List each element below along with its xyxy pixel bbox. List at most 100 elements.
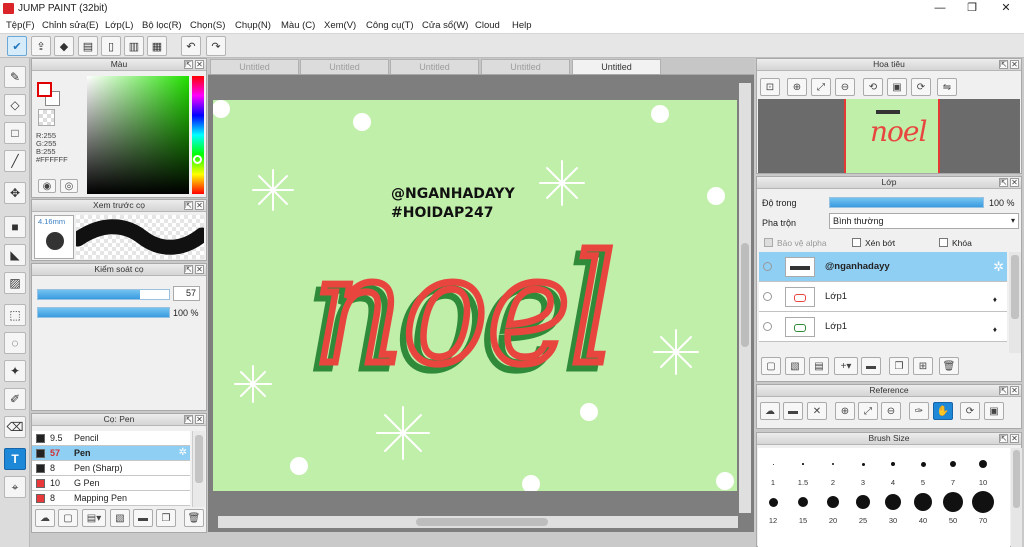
hue-handle[interactable] <box>193 155 202 164</box>
reference-fit-icon[interactable]: ⤢ <box>858 402 878 420</box>
brush-row-pencil[interactable]: 9.5 Pencil <box>32 431 190 446</box>
menu-window[interactable]: Cửa sổ(W) <box>422 20 468 31</box>
float-icon[interactable]: ⇱ <box>999 60 1008 69</box>
menu-filter[interactable]: Bộ lọc(R) <box>142 20 182 31</box>
share-icon[interactable]: ⇪ <box>31 36 51 56</box>
brush-size-dot[interactable] <box>772 463 774 465</box>
reset-view-icon[interactable]: ▣ <box>887 78 907 96</box>
brush-size-dot[interactable] <box>914 493 932 511</box>
brush-size-dot[interactable] <box>885 494 901 510</box>
new-raster-layer-icon[interactable]: ▧ <box>785 357 805 375</box>
page-icon[interactable]: ▯ <box>101 36 121 56</box>
brush-size-dot[interactable] <box>827 496 839 508</box>
menu-help[interactable]: Help <box>512 20 532 31</box>
brush-size-dot[interactable] <box>861 462 865 466</box>
chat-icon[interactable]: ◆ <box>54 36 74 56</box>
reference-eyedropper-icon[interactable]: ✑ <box>909 402 929 420</box>
brush-cloud-icon[interactable]: ☁ <box>35 509 55 527</box>
new-layer-icon[interactable]: ▢ <box>761 357 781 375</box>
brush-copy-icon[interactable]: ❐ <box>156 509 176 527</box>
layer-row-nganhadayy[interactable]: @nganhadayy ✲ <box>759 252 1007 282</box>
layer-folder-icon[interactable]: ▬ <box>861 357 881 375</box>
float-icon[interactable]: ⇱ <box>184 415 193 424</box>
select-pen-tool-icon[interactable]: ✐ <box>4 388 26 410</box>
fill-rect-tool-icon[interactable]: ■ <box>4 216 26 238</box>
brush-size-dot[interactable] <box>943 492 963 512</box>
move-tool-icon[interactable]: ✥ <box>4 182 26 204</box>
brush-menu-icon[interactable]: ▤▾ <box>82 509 106 527</box>
flip-icon[interactable]: ⇋ <box>937 78 957 96</box>
layer-row-lop1[interactable]: Lớp1 ♦ <box>759 312 1007 342</box>
brush-size-dot[interactable] <box>891 462 895 466</box>
menu-cloud[interactable]: Cloud <box>475 20 500 31</box>
transparent-color-swatch[interactable] <box>38 109 55 126</box>
menu-file[interactable]: Tệp(F) <box>6 20 35 31</box>
float-icon[interactable]: ⇱ <box>999 178 1008 187</box>
text-tool-icon[interactable]: T <box>4 448 26 470</box>
shape-tool-icon[interactable]: □ <box>4 122 26 144</box>
brush-size-dot[interactable] <box>856 495 870 509</box>
duplicate-layer-icon[interactable]: ❐ <box>889 357 909 375</box>
reference-reset-icon[interactable]: ▣ <box>984 402 1004 420</box>
menu-select[interactable]: Chọn(S) <box>190 20 225 31</box>
grid-icon[interactable]: ▦ <box>147 36 167 56</box>
drawing-canvas[interactable]: @NGANHADAYY #HOIDAP247 noel noel <box>212 100 737 493</box>
close-icon[interactable]: ✕ <box>195 201 204 210</box>
zoom-fit-icon[interactable]: ⊡ <box>760 78 780 96</box>
line-tool-icon[interactable]: ╱ <box>4 150 26 172</box>
menu-view[interactable]: Xem(V) <box>324 20 356 31</box>
zoom-in-icon[interactable]: ⊕ <box>787 78 807 96</box>
brush-size-dot[interactable] <box>798 497 808 507</box>
close-icon[interactable]: ✕ <box>195 265 204 274</box>
close-icon[interactable]: ✕ <box>1010 178 1019 187</box>
reference-zoom-out-icon[interactable]: ⊖ <box>881 402 901 420</box>
document-tab[interactable]: Untitled <box>390 59 479 74</box>
bucket-tool-icon[interactable]: ◣ <box>4 244 26 266</box>
brush-size-dot[interactable] <box>802 463 804 465</box>
rotate-left-icon[interactable]: ⟲ <box>863 78 883 96</box>
menu-edit[interactable]: Chỉnh sửa(E) <box>42 20 99 31</box>
menu-capture[interactable]: Chụp(N) <box>235 20 271 31</box>
select-eraser-tool-icon[interactable]: ⌫ <box>4 416 26 438</box>
scrollbar-thumb[interactable] <box>741 243 749 347</box>
actual-size-icon[interactable]: ⤢ <box>811 78 831 96</box>
brush-size-dot[interactable] <box>972 491 994 513</box>
brush-size-scrollbar[interactable] <box>1011 448 1022 547</box>
comic-icon[interactable]: ▤ <box>78 36 98 56</box>
delete-layer-icon[interactable]: 🗑 <box>939 357 959 375</box>
layer-opacity-slider[interactable] <box>829 197 984 208</box>
redo-icon[interactable]: ↷ <box>206 36 226 56</box>
brush-size-dot[interactable] <box>768 497 778 507</box>
brush-folder-icon[interactable]: ▬ <box>133 509 153 527</box>
navigator-view[interactable]: noel <box>758 99 1020 173</box>
reference-hand-icon[interactable]: ✋ <box>933 402 953 420</box>
brush-size-slider[interactable] <box>37 289 170 300</box>
document-tab-active[interactable]: Untitled <box>572 59 661 74</box>
brush-settings-icon[interactable]: ▧ <box>110 509 130 527</box>
brush-size-dot[interactable] <box>950 461 956 467</box>
brush-row-mapping-pen[interactable]: 8 Mapping Pen <box>32 491 190 506</box>
check-icon[interactable]: ✔ <box>7 36 27 56</box>
reference-open-icon[interactable]: ▬ <box>783 402 803 420</box>
menu-layer[interactable]: Lớp(L) <box>105 20 133 31</box>
lock-checkbox[interactable] <box>939 238 948 247</box>
color-history-icon[interactable]: ◎ <box>60 179 78 193</box>
foreground-color-swatch[interactable] <box>37 82 52 97</box>
brush-size-input[interactable]: 57 <box>173 286 200 301</box>
navigator-thumbnail[interactable]: noel <box>844 99 940 173</box>
close-icon[interactable]: ✕ <box>195 415 204 424</box>
clipping-checkbox[interactable] <box>852 238 861 247</box>
float-icon[interactable]: ⇱ <box>999 386 1008 395</box>
saturation-value-picker[interactable] <box>87 76 189 194</box>
eraser-tool-icon[interactable]: ◇ <box>4 94 26 116</box>
layout-icon[interactable]: ▥ <box>124 36 144 56</box>
merge-layer-icon[interactable]: ⊞ <box>913 357 933 375</box>
brush-size-dot[interactable] <box>979 460 987 468</box>
settings-gear-icon[interactable]: ✲ <box>179 447 187 458</box>
magic-wand-tool-icon[interactable]: ✦ <box>4 360 26 382</box>
scrollbar-thumb[interactable] <box>1011 255 1019 319</box>
gradient-tool-icon[interactable]: ▨ <box>4 272 26 294</box>
layer-row-lop1[interactable]: Lớp1 ♦ <box>759 282 1007 312</box>
brush-row-pen[interactable]: 57 Pen ✲ <box>32 446 190 461</box>
brush-row-g-pen[interactable]: 10 G Pen <box>32 476 190 491</box>
